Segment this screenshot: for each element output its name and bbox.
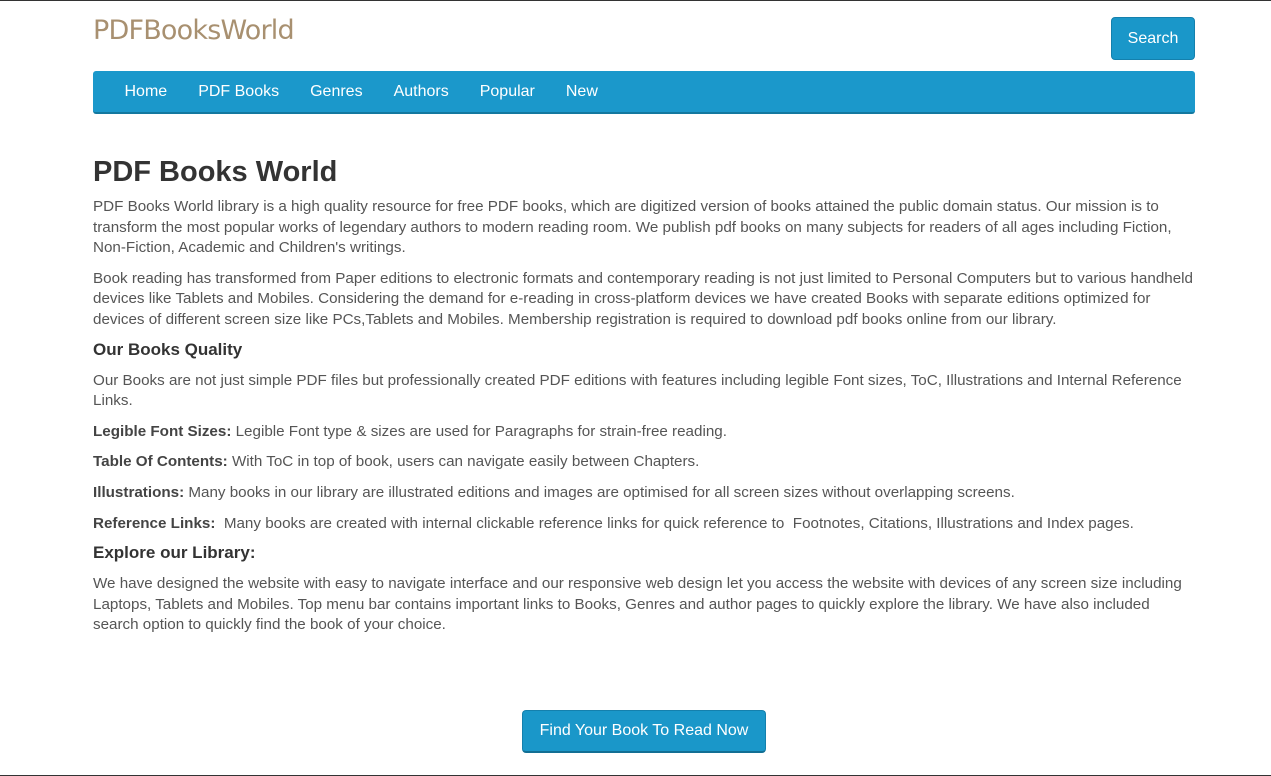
feature-text: Legible Font type & sizes are used for P… xyxy=(231,422,727,440)
nav-item-pdf-books[interactable]: PDF Books xyxy=(183,83,295,101)
explore-paragraph: We have designed the website with easy t… xyxy=(93,575,1182,634)
feature-toc: Table Of Contents: With ToC in top of bo… xyxy=(93,452,1195,473)
cta-container: Find Your Book To Read Now xyxy=(93,710,1195,753)
nav-item-home[interactable]: Home xyxy=(109,83,183,101)
site-logo[interactable]: PDFBooksWorld xyxy=(93,15,295,46)
feature-label: Reference Links: xyxy=(93,514,216,532)
feature-label: Legible Font Sizes: xyxy=(93,422,232,440)
nav-item-new[interactable]: New xyxy=(550,83,613,101)
feature-text: With ToC in top of book, users can navig… xyxy=(227,453,700,471)
feature-text: Many books in our library are illustrate… xyxy=(184,483,1015,501)
main-content: PDF Books World PDF Books World library … xyxy=(93,153,1195,636)
nav-item-popular[interactable]: Popular xyxy=(464,83,550,101)
feature-text: Many books are created with internal cli… xyxy=(215,514,1134,532)
feature-legible-font: Legible Font Sizes: Legible Font type & … xyxy=(93,422,1195,443)
feature-illustrations: Illustrations: Many books in our library… xyxy=(93,483,1195,504)
feature-label: Table Of Contents: xyxy=(93,453,228,471)
feature-label: Illustrations: xyxy=(93,483,185,501)
find-book-button[interactable]: Find Your Book To Read Now xyxy=(522,710,766,753)
page-title: PDF Books World xyxy=(93,156,338,188)
intro-paragraph-2: Book reading has transformed from Paper … xyxy=(93,269,1193,328)
feature-reference-links: Reference Links: Many books are created … xyxy=(93,514,1195,535)
explore-heading: Explore our Library: xyxy=(93,543,256,563)
quality-paragraph: Our Books are not just simple PDF files … xyxy=(93,371,1182,410)
quality-heading: Our Books Quality xyxy=(93,339,243,359)
search-button[interactable]: Search xyxy=(1111,17,1195,60)
intro-paragraph-1: PDF Books World library is a high qualit… xyxy=(93,198,1172,257)
nav-item-genres[interactable]: Genres xyxy=(295,83,378,101)
nav-item-authors[interactable]: Authors xyxy=(378,83,464,101)
top-nav-bar: Home PDF Books Genres Authors Popular Ne… xyxy=(93,71,1195,114)
